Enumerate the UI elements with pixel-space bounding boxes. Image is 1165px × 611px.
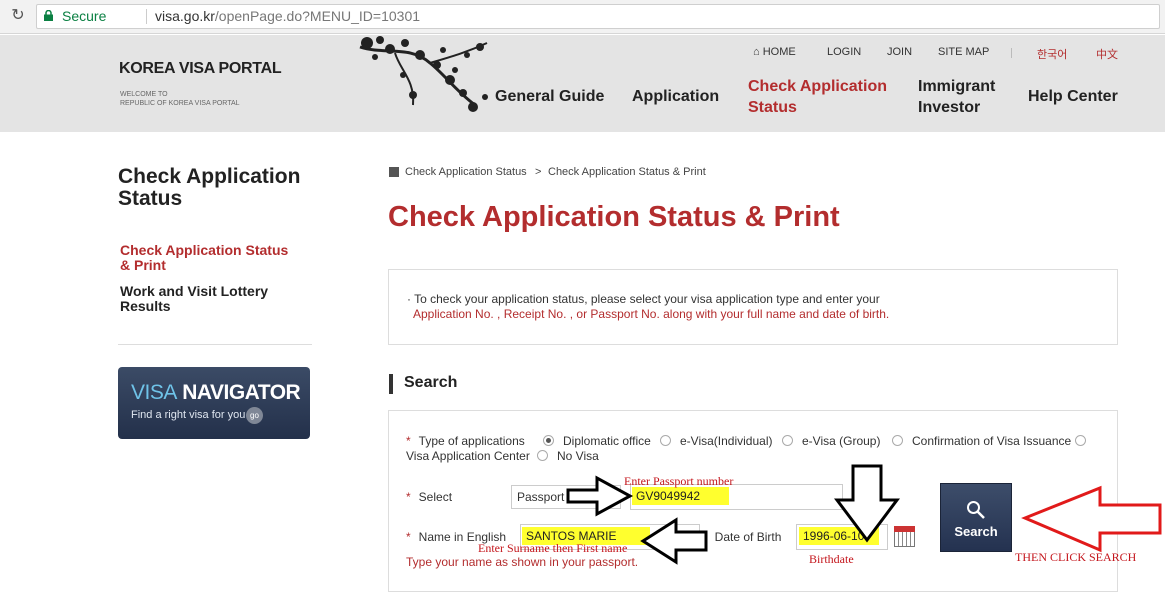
annotation-click-search: THEN CLICK SEARCH [1015,550,1137,564]
arrow-down-icon [834,464,900,543]
annotation-name: Enter Surname then First name [478,541,628,555]
annotation-birthdate: Birthdate [809,552,854,566]
arrow-left-icon [640,517,708,565]
arrow-left-icon [1021,485,1162,553]
annotation-arrows [566,464,1162,565]
arrow-right-icon [566,475,634,517]
annotation-passport: Enter Passport number [624,474,734,488]
